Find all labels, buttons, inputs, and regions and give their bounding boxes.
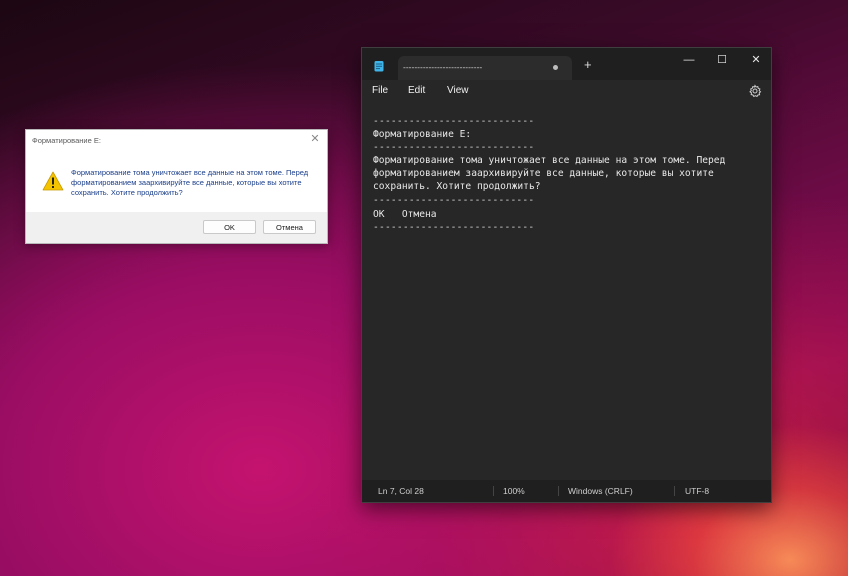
minimize-button[interactable]: — <box>680 52 698 68</box>
notepad-app-icon <box>374 61 384 72</box>
editor-line: --------------------------- <box>373 116 535 127</box>
editor-line: форматированием заархивируйте все данные… <box>373 168 714 179</box>
menu-view[interactable]: View <box>447 85 469 96</box>
editor-line: сохранить. Хотите продолжить? <box>373 181 541 192</box>
notepad-titlebar[interactable]: ---------------------------- + — ☐ ✕ <box>362 48 771 80</box>
dialog-footer: OK Отмена <box>26 212 327 243</box>
status-zoom[interactable]: 100% <box>503 486 525 496</box>
menu-file[interactable]: File <box>372 85 388 96</box>
dialog-message: Форматирование тома уничтожает все данны… <box>71 168 309 197</box>
menu-bar: File Edit View <box>362 80 771 102</box>
document-tab[interactable]: ---------------------------- <box>398 56 572 80</box>
settings-gear-icon[interactable] <box>748 84 762 98</box>
status-divider <box>493 486 494 496</box>
editor-line: Форматирование E: <box>373 129 472 140</box>
menu-edit[interactable]: Edit <box>408 85 425 96</box>
warning-icon <box>42 171 64 191</box>
new-tab-button[interactable]: + <box>584 58 592 72</box>
status-divider <box>558 486 559 496</box>
dialog-title: Форматирование E: <box>32 136 101 145</box>
editor-line: --------------------------- <box>373 195 535 206</box>
status-bar: Ln 7, Col 28 100% Windows (CRLF) UTF-8 <box>362 480 771 502</box>
ok-button[interactable]: OK <box>203 220 256 234</box>
cancel-button[interactable]: Отмена <box>263 220 316 234</box>
status-line-ending[interactable]: Windows (CRLF) <box>568 486 633 496</box>
editor-line: OK Отмена <box>373 209 437 220</box>
editor-line: --------------------------- <box>373 222 535 233</box>
status-encoding[interactable]: UTF-8 <box>685 486 709 496</box>
format-warning-dialog: Форматирование E: ✕ Форматирование тома … <box>25 129 328 244</box>
text-editor[interactable]: --------------------------- Форматирован… <box>362 102 771 480</box>
maximize-button[interactable]: ☐ <box>713 52 731 68</box>
editor-line: --------------------------- <box>373 142 535 153</box>
status-divider <box>674 486 675 496</box>
close-button[interactable]: ✕ <box>747 52 765 68</box>
notepad-window: ---------------------------- + — ☐ ✕ Fil… <box>361 47 772 503</box>
editor-line: Форматирование тома уничтожает все данны… <box>373 155 726 166</box>
dialog-close-button[interactable]: ✕ <box>308 132 322 146</box>
unsaved-dot-icon[interactable] <box>553 65 558 70</box>
status-cursor-position[interactable]: Ln 7, Col 28 <box>378 486 424 496</box>
tab-title: ---------------------------- <box>403 62 483 72</box>
